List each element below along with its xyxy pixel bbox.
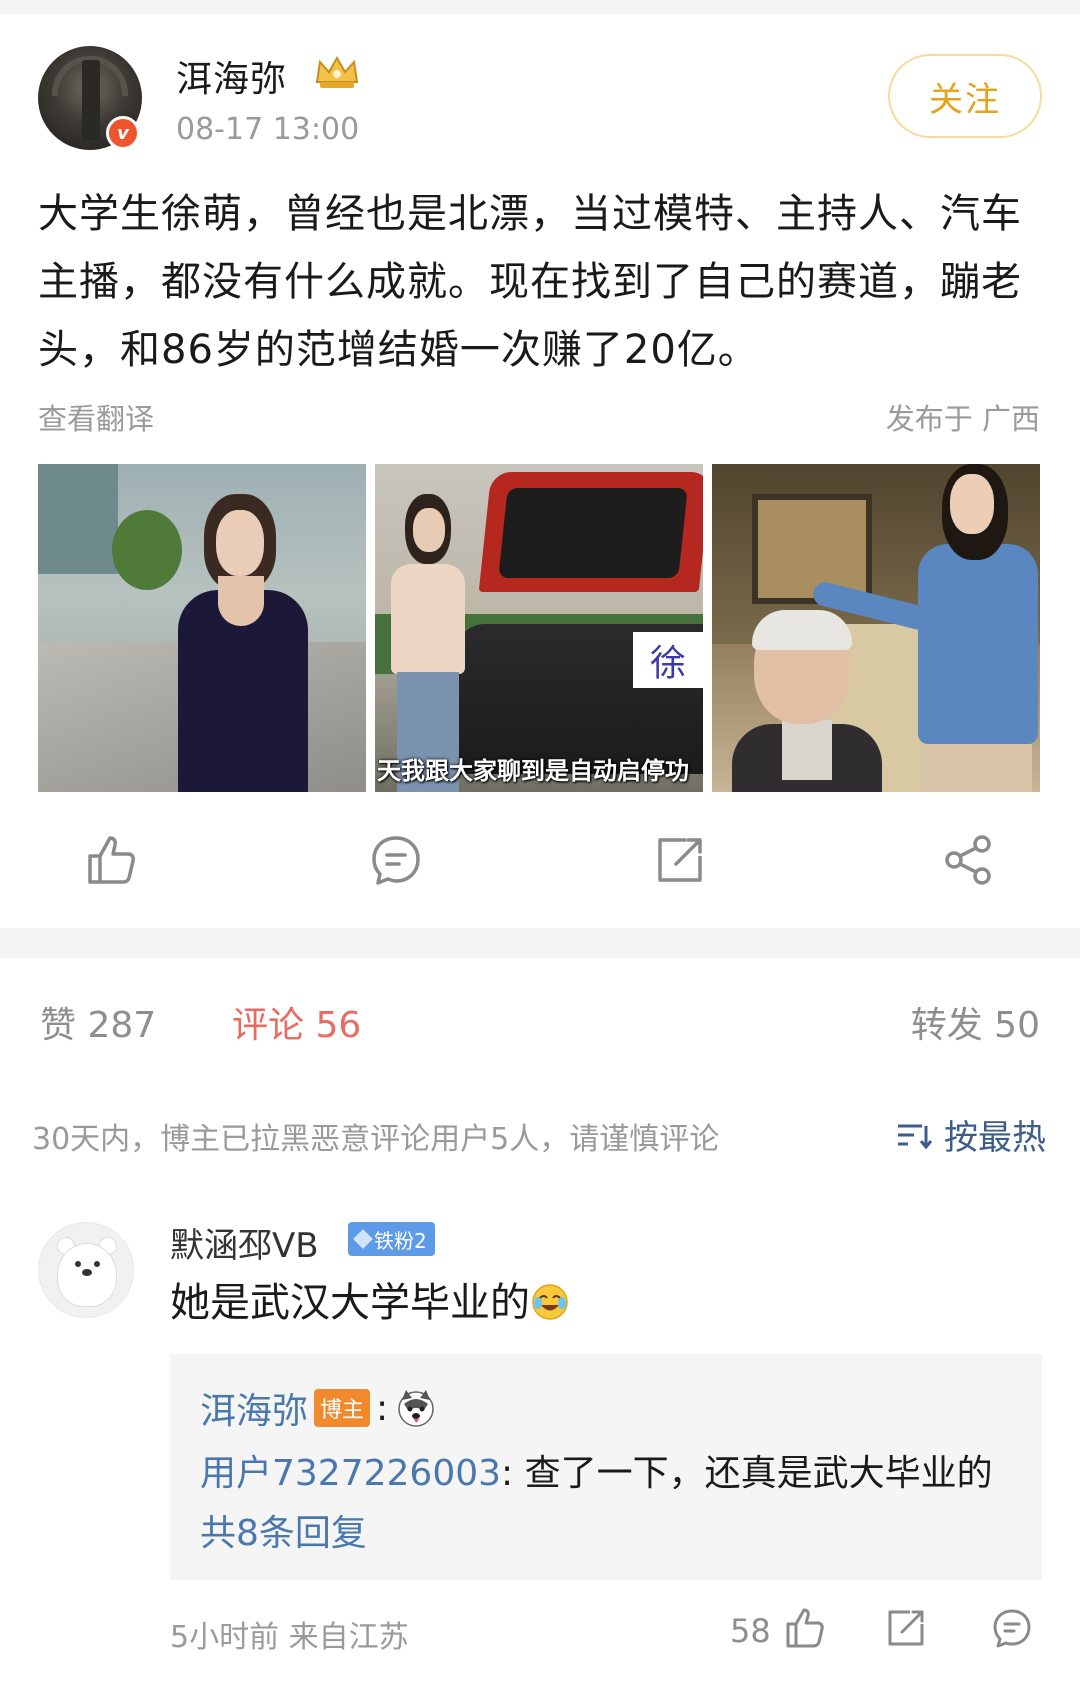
commenter-avatar[interactable] — [38, 1222, 134, 1318]
fan-level-label: 铁粉2 — [374, 1228, 427, 1253]
host-badge: 博主 — [314, 1389, 371, 1427]
post-text: 大学生徐萌，曾经也是北漂，当过模特、主持人、汽车主播，都没有什么成就。现在找到了… — [38, 191, 1022, 373]
reply-colon: : — [376, 1387, 389, 1429]
sort-label: 按最热 — [944, 1118, 1046, 1158]
husky-emoji-icon — [398, 1390, 434, 1427]
comment-text: 她是武汉大学毕业的 — [170, 1270, 570, 1328]
photo-subtitle: 天我跟大家聊到是自动启停功 — [377, 757, 689, 785]
diamond-icon — [353, 1229, 373, 1249]
like-button[interactable] — [80, 830, 140, 890]
reply-preview[interactable]: 洱海弥 博主 : 用户7327226003: 查了一下，还真是武大毕业的 共8条… — [170, 1354, 1042, 1580]
section-divider — [0, 928, 1080, 958]
post-photo-2[interactable]: 徐 天我跟大家聊到是自动启停功 — [375, 464, 703, 792]
commenter-name[interactable]: 默涵邳VB — [170, 1218, 319, 1267]
post-location: 发布于 广西 — [885, 402, 1040, 436]
tab-comments[interactable]: 评论 56 — [232, 996, 361, 1048]
comment-like-count: 58 — [730, 1612, 771, 1650]
reply-line: 用户7327226003: 查了一下，还真是武大毕业的 — [200, 1444, 993, 1496]
reply-author-line: 洱海弥 博主 : — [200, 1382, 438, 1434]
reply-text: : 查了一下，还真是武大毕业的 — [501, 1453, 993, 1494]
top-strip — [0, 0, 1080, 14]
comment-repost-button[interactable] — [884, 1606, 928, 1650]
author-name[interactable]: 洱海弥 — [176, 50, 287, 102]
more-replies-link[interactable]: 共8条回复 — [200, 1504, 367, 1556]
comment-notice: 30天内，博主已拉黑恶意评论用户5人，请谨慎评论 — [32, 1122, 720, 1157]
comment-body: 她是武汉大学毕业的 — [170, 1280, 530, 1326]
sort-button[interactable]: 按最热 — [894, 1110, 1046, 1159]
follow-button[interactable]: 关注 — [888, 54, 1042, 138]
tab-reposts[interactable]: 转发 50 — [911, 996, 1040, 1048]
share-button[interactable] — [938, 830, 998, 890]
translate-link[interactable]: 查看翻译 — [38, 396, 154, 438]
post-photo-1[interactable] — [38, 464, 366, 792]
crown-badge-icon — [315, 55, 359, 88]
comment-like-button[interactable] — [782, 1606, 826, 1650]
comment-meta: 5小时前 来自江苏 — [170, 1620, 409, 1655]
repost-button[interactable] — [650, 830, 710, 890]
comment-reply-button[interactable] — [990, 1606, 1034, 1650]
post-time: 08-17 13:00 — [176, 112, 360, 147]
reply-author[interactable]: 洱海弥 — [200, 1382, 308, 1434]
sort-icon — [898, 1124, 933, 1149]
fan-level-badge: 铁粉2 — [348, 1222, 435, 1256]
post-photo-3[interactable] — [712, 464, 1040, 792]
tab-likes[interactable]: 赞 287 — [40, 996, 156, 1048]
crying-laughing-emoji-icon — [532, 1284, 568, 1320]
photo-overlay-badge: 徐 — [633, 632, 703, 688]
comment-button[interactable] — [366, 830, 426, 890]
verified-badge-icon: v — [106, 116, 140, 150]
reply-user[interactable]: 用户7327226003 — [200, 1453, 501, 1494]
